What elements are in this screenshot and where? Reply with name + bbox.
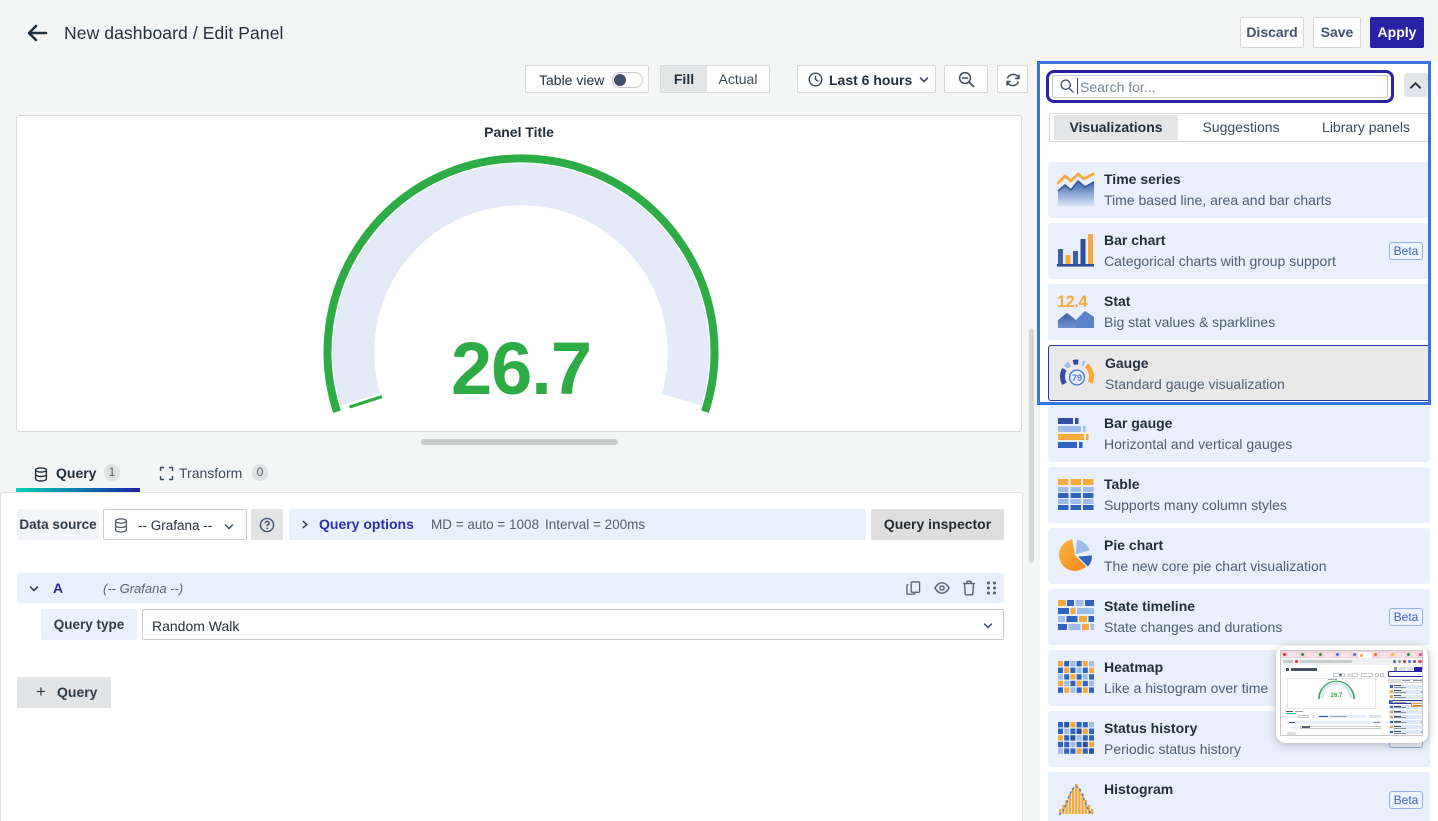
svg-text:12.4: 12.4 bbox=[1057, 294, 1088, 311]
svg-text:79: 79 bbox=[1072, 373, 1082, 383]
